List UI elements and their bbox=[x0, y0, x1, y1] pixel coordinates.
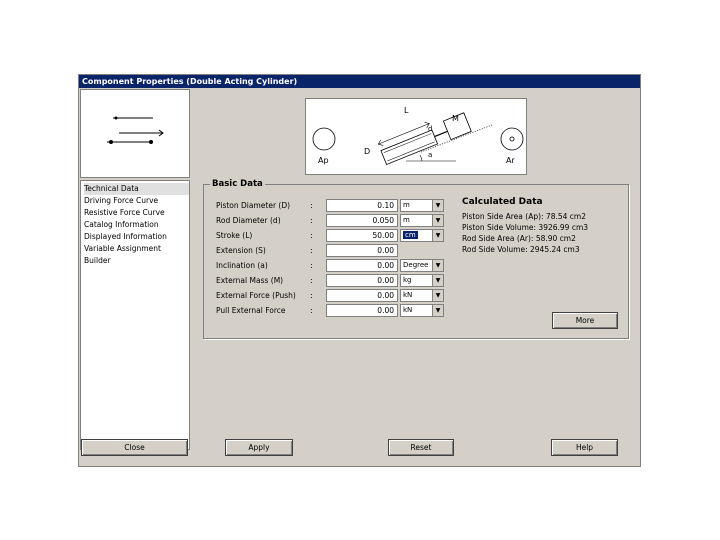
field-label: Pull External Force bbox=[216, 306, 286, 315]
chevron-down-icon[interactable]: ▼ bbox=[432, 290, 443, 301]
field-label: External Force (Push) bbox=[216, 291, 296, 300]
stroke-unit-select[interactable]: cm ▼ bbox=[400, 229, 444, 242]
piston-diameter-unit-select[interactable]: m ▼ bbox=[400, 199, 444, 212]
field-label: Extension (S) bbox=[216, 246, 266, 255]
piston-side-volume: Piston Side Volume: 3926.99 cm3 bbox=[462, 223, 589, 232]
basic-data-group: Basic Data Piston Diameter (D) : 0.10 m … bbox=[203, 179, 629, 339]
calculated-data: Calculated Data Piston Side Area (Ap): 7… bbox=[462, 197, 622, 255]
help-button[interactable]: Help bbox=[551, 439, 618, 456]
reset-button[interactable]: Reset bbox=[388, 439, 454, 456]
nav-item-catalog-information[interactable]: Catalog Information bbox=[84, 219, 189, 231]
chevron-down-icon[interactable]: ▼ bbox=[432, 215, 443, 226]
chevron-down-icon[interactable]: ▼ bbox=[432, 275, 443, 286]
field-label: Inclination (a) bbox=[216, 261, 268, 270]
row-external-force-push: External Force (Push) : 0.00 kN ▼ bbox=[216, 289, 444, 303]
left-panel: Technical Data Driving Force Curve Resis… bbox=[80, 89, 190, 459]
label-a: a bbox=[428, 151, 432, 159]
field-label: Piston Diameter (D) bbox=[216, 201, 291, 210]
row-stroke: Stroke (L) : 50.00 cm ▼ bbox=[216, 229, 444, 243]
label-d-piston: D bbox=[364, 147, 370, 156]
inclined-cylinder-icon: Ap Ar L M D d a bbox=[312, 106, 524, 166]
external-force-push-unit-select[interactable]: kN ▼ bbox=[400, 289, 444, 302]
nav-item-driving-force-curve[interactable]: Driving Force Curve bbox=[84, 195, 189, 207]
label-ar: Ar bbox=[506, 156, 515, 165]
rod-side-area: Rod Side Area (Ar): 58.90 cm2 bbox=[462, 234, 576, 243]
rod-diameter-unit-select[interactable]: m ▼ bbox=[400, 214, 444, 227]
property-nav-list: Technical Data Driving Force Curve Resis… bbox=[80, 180, 190, 450]
apply-button[interactable]: Apply bbox=[225, 439, 293, 456]
external-force-push-input[interactable]: 0.00 bbox=[326, 289, 398, 302]
nav-item-builder[interactable]: Builder bbox=[84, 255, 189, 267]
inclination-unit-select[interactable]: Degree ▼ bbox=[400, 259, 444, 272]
pull-external-force-input[interactable]: 0.00 bbox=[326, 304, 398, 317]
cylinder-symbol-icon bbox=[107, 116, 164, 144]
label-m: M bbox=[452, 114, 459, 123]
row-piston-diameter: Piston Diameter (D) : 0.10 m ▼ bbox=[216, 199, 444, 213]
row-extension: Extension (S) : 0.00 bbox=[216, 244, 436, 258]
nav-item-displayed-information[interactable]: Displayed Information bbox=[84, 231, 189, 243]
label-ap: Ap bbox=[318, 156, 329, 165]
field-label: Stroke (L) bbox=[216, 231, 253, 240]
external-mass-input[interactable]: 0.00 bbox=[326, 274, 398, 287]
row-pull-external-force: Pull External Force : 0.00 kN ▼ bbox=[216, 304, 444, 318]
row-external-mass: External Mass (M) : 0.00 kg ▼ bbox=[216, 274, 444, 288]
nav-item-variable-assignment[interactable]: Variable Assignment bbox=[84, 243, 189, 255]
chevron-down-icon[interactable]: ▼ bbox=[432, 260, 443, 271]
pull-external-force-unit-select[interactable]: kN ▼ bbox=[400, 304, 444, 317]
piston-side-area: Piston Side Area (Ap): 78.54 cm2 bbox=[462, 212, 586, 221]
cylinder-diagram: Ap Ar L M D d a bbox=[305, 98, 527, 175]
basic-data-title: Basic Data bbox=[210, 179, 265, 189]
component-properties-window: Component Properties (Double Acting Cyli… bbox=[78, 74, 641, 467]
window-title: Component Properties (Double Acting Cyli… bbox=[79, 75, 640, 88]
chevron-down-icon[interactable]: ▼ bbox=[432, 200, 443, 211]
field-label: External Mass (M) bbox=[216, 276, 284, 285]
inclination-input[interactable]: 0.00 bbox=[326, 259, 398, 272]
rod-diameter-input[interactable]: 0.050 bbox=[326, 214, 398, 227]
stroke-input[interactable]: 50.00 bbox=[326, 229, 398, 242]
row-rod-diameter: Rod Diameter (d) : 0.050 m ▼ bbox=[216, 214, 444, 228]
field-label: Rod Diameter (d) bbox=[216, 216, 281, 225]
nav-item-resistive-force-curve[interactable]: Resistive Force Curve bbox=[84, 207, 189, 219]
row-inclination: Inclination (a) : 0.00 Degree ▼ bbox=[216, 259, 444, 273]
chevron-down-icon[interactable]: ▼ bbox=[432, 230, 443, 241]
close-button[interactable]: Close bbox=[81, 439, 188, 456]
label-d-rod: d bbox=[428, 125, 432, 133]
extension-input[interactable]: 0.00 bbox=[326, 244, 398, 257]
calculated-data-title: Calculated Data bbox=[462, 197, 543, 207]
cylinder-symbol-preview bbox=[80, 89, 190, 178]
more-button[interactable]: More bbox=[552, 312, 618, 329]
label-l: L bbox=[404, 106, 409, 115]
rod-side-volume: Rod Side Volume: 2945.24 cm3 bbox=[462, 245, 580, 254]
nav-item-technical-data[interactable]: Technical Data bbox=[84, 183, 189, 195]
piston-diameter-input[interactable]: 0.10 bbox=[326, 199, 398, 212]
external-mass-unit-select[interactable]: kg ▼ bbox=[400, 274, 444, 287]
chevron-down-icon[interactable]: ▼ bbox=[432, 305, 443, 316]
